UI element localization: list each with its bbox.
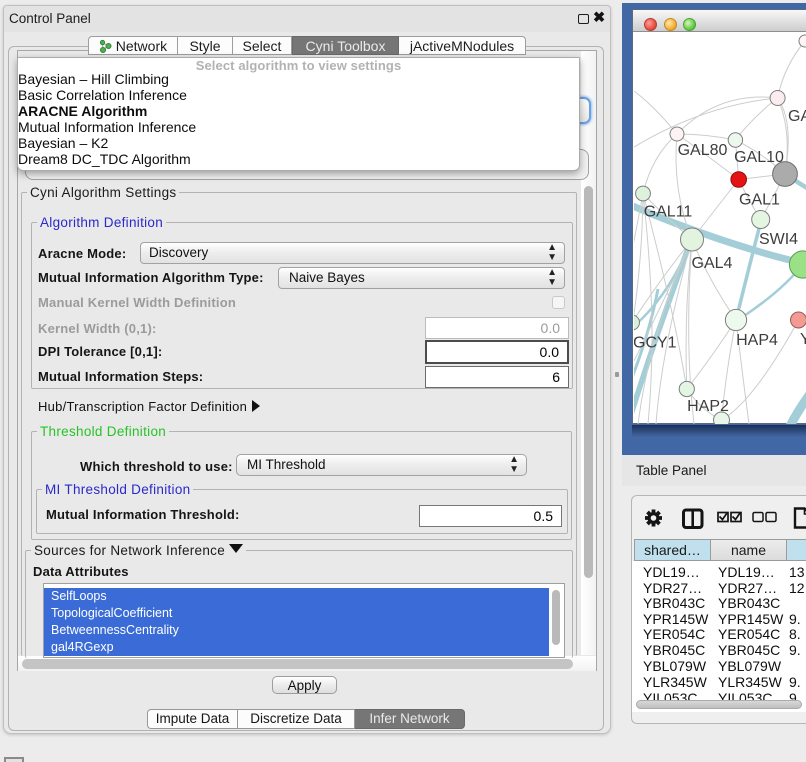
svg-text:GAL80: GAL80 [678, 142, 728, 159]
svg-text:GCY1: GCY1 [634, 335, 677, 352]
svg-text:GAL4: GAL4 [692, 255, 733, 272]
svg-text:GAL11: GAL11 [644, 204, 693, 221]
svg-text:GAL1: GAL1 [739, 192, 780, 209]
svg-text:HAP2: HAP2 [687, 398, 729, 415]
svg-text:Y: Y [800, 331, 806, 348]
svg-text:GAL10: GAL10 [734, 149, 784, 166]
svg-text:GAL7: GAL7 [788, 108, 806, 125]
svg-text:SWI4: SWI4 [759, 231, 798, 248]
svg-text:HAP4: HAP4 [736, 332, 778, 349]
